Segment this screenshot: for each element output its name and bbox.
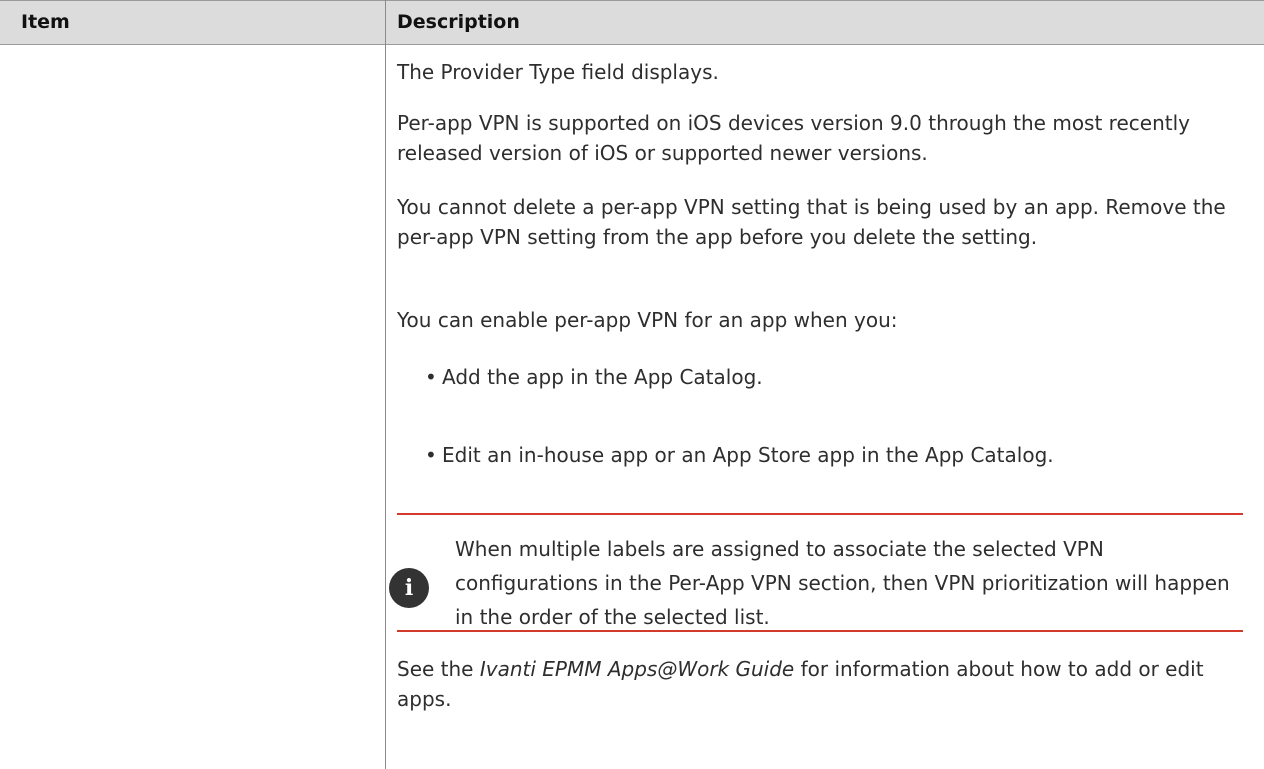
paragraph-delete-warning: You cannot delete a per-app VPN setting … [397,195,1226,249]
doc-table: Item Description The Provider Type field… [0,0,1264,769]
header-item: Item [21,11,70,33]
paragraph-enable-intro: You can enable per-app VPN for an app wh… [397,308,898,332]
note-text: When multiple labels are assigned to ass… [455,537,1230,629]
info-icon: i [389,568,429,608]
column-divider [385,0,386,769]
table-header-row: Item Description [0,0,1264,45]
bullet-icon: • [425,443,437,467]
note-top-rule [397,513,1243,515]
bullet-icon: • [425,365,437,389]
paragraph-ios-support: Per-app VPN is supported on iOS devices … [397,111,1190,165]
paragraph-provider-type: The Provider Type field displays. [397,60,719,84]
guide-title: Ivanti EPMM Apps@Work Guide [479,657,795,681]
note-bottom-rule [397,630,1243,632]
header-description: Description [397,11,520,33]
paragraph-see-also: See the Ivanti EPMM Apps@Work Guide for … [397,657,1204,711]
